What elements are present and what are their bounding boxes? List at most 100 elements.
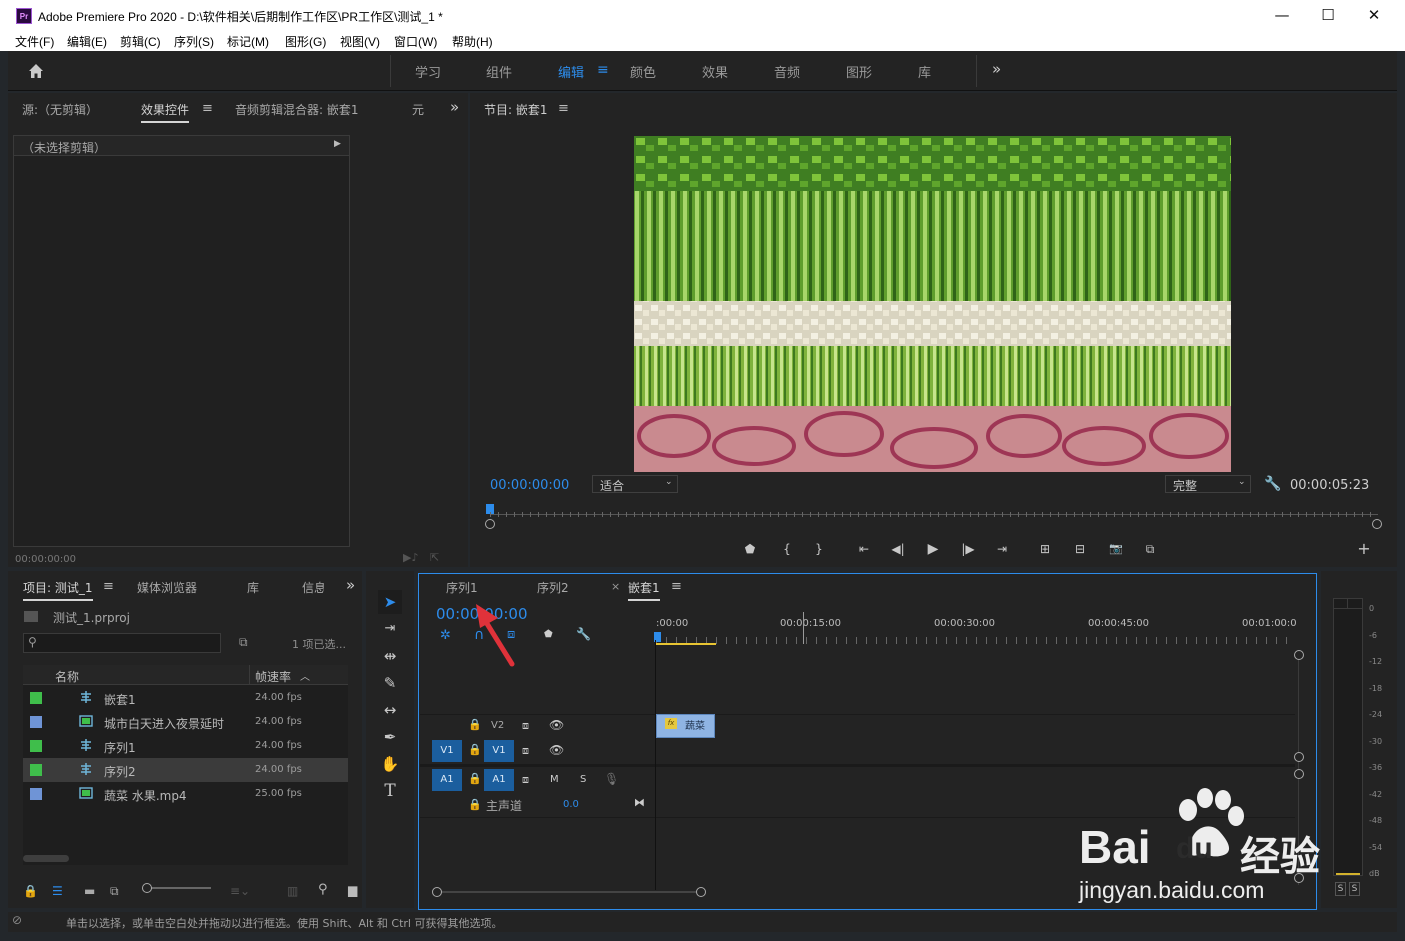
menu-sequence[interactable]: 序列(S) — [174, 33, 214, 50]
workspace-more-icon[interactable]: » — [992, 60, 1001, 78]
v2-sync-lock-icon[interactable]: ⧈ — [522, 719, 529, 733]
workspace-tab-editing[interactable]: 编辑 — [558, 62, 584, 81]
menu-clip[interactable]: 剪辑(C) — [120, 33, 161, 50]
project-list-item[interactable]: 序列2 24.00 fps — [23, 758, 348, 782]
workspace-tab-learn[interactable]: 学习 — [415, 62, 441, 81]
project-list-item[interactable]: 序列1 24.00 fps — [23, 734, 348, 758]
workspace-tab-color[interactable]: 颜色 — [630, 62, 656, 81]
wrench-icon[interactable]: 🔧 — [1264, 476, 1281, 492]
program-current-timecode[interactable]: 00:00:00:00 — [490, 478, 569, 493]
automate-to-sequence-icon[interactable]: ▥ — [287, 884, 298, 898]
vscroll-top-handle[interactable] — [1294, 650, 1304, 660]
label-color-swatch[interactable] — [30, 692, 42, 704]
track-select-tool-icon[interactable]: ⇥ — [378, 617, 402, 641]
expand-right-icon[interactable]: ▶ — [334, 139, 341, 149]
step-back-button[interactable]: ◀| — [889, 540, 907, 558]
insert-nest-icon[interactable]: ✲ — [440, 628, 451, 643]
project-menu-icon[interactable]: ≡ — [103, 579, 114, 594]
slip-tool-icon[interactable]: ↔ — [378, 698, 402, 722]
workspace-tab-assembly[interactable]: 组件 — [486, 62, 512, 81]
add-marker-button[interactable]: ⬟ — [741, 540, 759, 558]
master-volume-value[interactable]: 0.0 — [563, 799, 579, 810]
project-list-item[interactable]: 城市白天进入夜景延时 24.00 fps — [23, 710, 348, 734]
a1-solo-button[interactable]: S — [580, 774, 586, 785]
workspace-tab-graphics[interactable]: 图形 — [846, 62, 872, 81]
export-icon[interactable]: ⇱ — [430, 551, 439, 564]
v1-eye-icon[interactable]: 👁 — [549, 743, 564, 757]
workspace-tab-audio[interactable]: 音频 — [774, 62, 800, 81]
new-bin-from-search-icon[interactable]: ⧉ — [239, 635, 248, 650]
hand-tool-icon[interactable]: ✋ — [378, 752, 402, 776]
razor-tool-icon[interactable]: ✎ — [378, 671, 402, 695]
column-frame-rate[interactable]: 帧速率 — [255, 668, 291, 685]
vscroll-video-handle[interactable] — [1294, 752, 1304, 762]
tab-project[interactable]: 项目: 测试_1 — [23, 579, 93, 601]
workspace-tab-effects[interactable]: 效果 — [702, 62, 728, 81]
find-icon[interactable]: ⚲ — [318, 882, 328, 897]
project-list-item[interactable]: 嵌套1 24.00 fps — [23, 686, 348, 710]
quality-dropdown[interactable]: 完整 ⌄ — [1165, 475, 1251, 493]
program-monitor-menu-icon[interactable]: ≡ — [558, 101, 569, 116]
v1-source-patch[interactable]: V1 — [432, 740, 462, 762]
menu-help[interactable]: 帮助(H) — [452, 33, 493, 50]
extract-button[interactable]: ⊟ — [1071, 540, 1089, 558]
hscroll-right-handle[interactable] — [696, 887, 706, 897]
maximize-button[interactable]: ☐ — [1305, 0, 1351, 31]
zoom-slider-handle[interactable] — [142, 883, 152, 893]
menu-marker[interactable]: 标记(M) — [227, 33, 269, 50]
vscroll-audio-handle[interactable] — [1294, 769, 1304, 779]
project-search-input[interactable]: ⚲ — [23, 633, 221, 653]
column-name[interactable]: 名称 — [55, 668, 79, 685]
v2-label[interactable]: V2 — [491, 720, 504, 731]
menu-edit[interactable]: 编辑(E) — [67, 33, 107, 50]
tab-libraries[interactable]: 库 — [247, 579, 259, 596]
pen-tool-icon[interactable]: ✒ — [378, 725, 402, 749]
timeline-menu-icon[interactable]: ≡ — [671, 579, 682, 594]
nested-clip[interactable]: fx 蔬菜 — [656, 714, 715, 738]
home-icon[interactable] — [26, 61, 46, 81]
label-color-swatch[interactable] — [30, 788, 42, 800]
tab-effect-controls[interactable]: 效果控件 — [141, 101, 190, 123]
label-color-swatch[interactable] — [30, 764, 42, 776]
effect-controls-menu-icon[interactable]: ≡ — [202, 101, 213, 116]
menu-view[interactable]: 视图(V) — [340, 33, 380, 50]
close-tab-icon[interactable]: × — [611, 580, 620, 593]
step-forward-button[interactable]: |▶ — [959, 540, 977, 558]
v2-lock-icon[interactable]: 🔒 — [468, 718, 482, 731]
work-area-bar[interactable] — [656, 643, 716, 645]
type-tool-icon[interactable]: T — [378, 779, 402, 803]
a1-voiceover-mic-icon[interactable]: 🎙 — [604, 772, 619, 786]
panel-overflow-icon[interactable]: » — [450, 98, 459, 116]
menu-graphics[interactable]: 图形(G) — [285, 33, 326, 50]
export-frame-button[interactable]: 📷 — [1107, 540, 1125, 558]
freeform-view-icon[interactable]: ⧉ — [110, 884, 119, 899]
a1-source-patch[interactable]: A1 — [432, 769, 462, 791]
timeline-ruler[interactable]: :00:00 00:00:15:00 00:00:30:00 00:00:45:… — [654, 612, 1297, 646]
zoom-handle-right[interactable] — [1372, 519, 1382, 529]
project-list-item[interactable]: 蔬菜 水果.mp4 25.00 fps — [23, 782, 348, 806]
menu-window[interactable]: 窗口(W) — [394, 33, 437, 50]
zoom-slider[interactable] — [143, 887, 211, 889]
a1-track-target[interactable]: A1 — [484, 769, 514, 791]
icon-view-icon[interactable]: ▬ — [84, 884, 95, 898]
label-color-swatch[interactable] — [30, 740, 42, 752]
go-to-out-button[interactable]: ⇥ — [993, 540, 1011, 558]
project-overflow-icon[interactable]: » — [346, 576, 355, 594]
a1-sync-lock-icon[interactable]: ⧈ — [522, 773, 529, 787]
button-editor-add[interactable]: + — [1355, 540, 1373, 558]
timeline-tab-sequence1[interactable]: 序列1 — [446, 579, 478, 596]
tab-source[interactable]: 源:（无剪辑） — [22, 101, 98, 118]
v1-lock-icon[interactable]: 🔒 — [468, 743, 482, 756]
timeline-tab-nest1[interactable]: 嵌套1 — [628, 579, 660, 601]
go-to-in-button[interactable]: ⇤ — [855, 540, 873, 558]
tab-info[interactable]: 信息 — [302, 579, 324, 596]
timeline-settings-wrench-icon[interactable]: 🔧 — [576, 627, 591, 641]
add-marker-icon[interactable]: ⬟ — [544, 629, 553, 640]
lift-button[interactable]: ⊞ — [1036, 540, 1054, 558]
hscroll-left-handle[interactable] — [432, 887, 442, 897]
list-view-icon[interactable]: ☰ — [52, 884, 63, 898]
comparison-view-button[interactable]: ⧉ — [1141, 540, 1159, 558]
minimize-button[interactable]: — — [1259, 0, 1305, 31]
ripple-edit-tool-icon[interactable]: ⇹ — [378, 644, 402, 668]
play-audio-icon[interactable]: ▶♪ — [403, 551, 418, 564]
